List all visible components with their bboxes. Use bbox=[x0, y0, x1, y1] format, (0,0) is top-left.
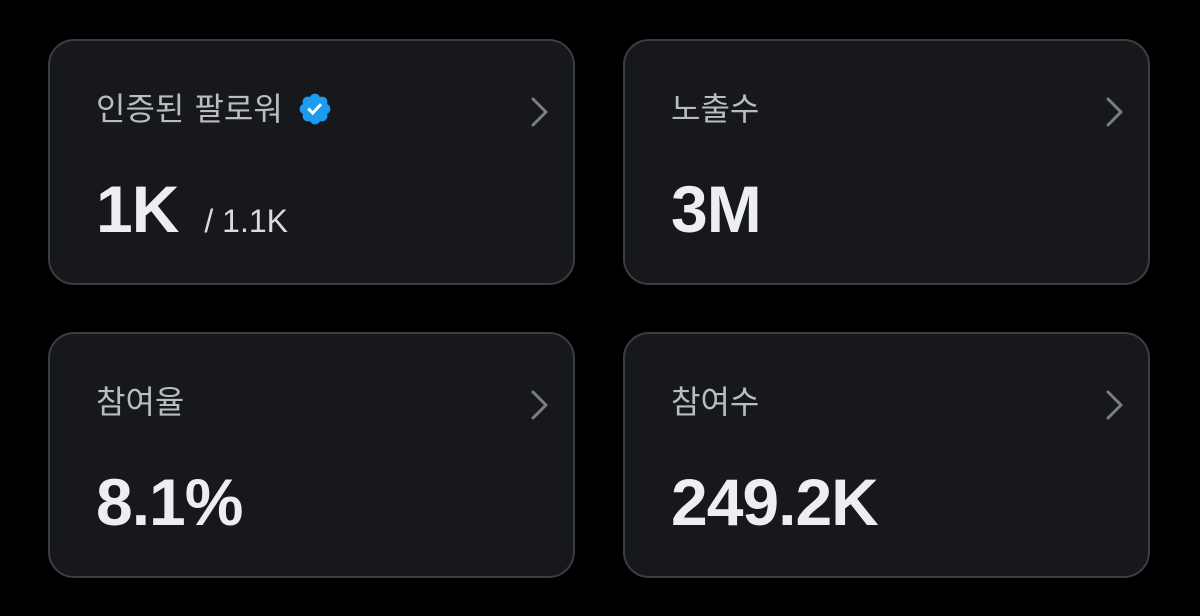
card-value: 8.1% bbox=[96, 465, 243, 539]
chevron-right-icon[interactable] bbox=[529, 388, 551, 422]
card-header: 참여율 bbox=[96, 382, 184, 422]
verified-followers-card[interactable]: 인증된 팔로워 1K / 1.1K bbox=[48, 39, 575, 285]
card-header: 참여수 bbox=[671, 382, 759, 422]
card-value: 249.2K bbox=[671, 465, 879, 539]
card-value-row: 1K / 1.1K bbox=[96, 169, 288, 249]
card-header: 인증된 팔로워 bbox=[96, 89, 333, 129]
card-label: 참여수 bbox=[671, 383, 760, 421]
card-label: 참여율 bbox=[96, 383, 185, 421]
engagement-rate-card[interactable]: 참여율 8.1% bbox=[48, 332, 575, 578]
chevron-right-icon[interactable] bbox=[1104, 388, 1126, 422]
card-label: 노출수 bbox=[671, 90, 760, 128]
card-value: 1K bbox=[96, 172, 179, 246]
chevron-right-icon[interactable] bbox=[529, 95, 551, 129]
chevron-right-icon[interactable] bbox=[1104, 95, 1126, 129]
card-subvalue: / 1.1K bbox=[204, 203, 288, 239]
card-header: 노출수 bbox=[671, 89, 759, 129]
engagements-card[interactable]: 참여수 249.2K bbox=[623, 332, 1150, 578]
verified-badge-icon bbox=[299, 93, 331, 125]
card-value-row: 249.2K bbox=[671, 462, 879, 542]
card-label: 인증된 팔로워 bbox=[96, 90, 283, 128]
card-value: 3M bbox=[671, 172, 762, 246]
impressions-card[interactable]: 노출수 3M bbox=[623, 39, 1150, 285]
card-value-row: 8.1% bbox=[96, 462, 243, 542]
card-value-row: 3M bbox=[671, 169, 762, 249]
